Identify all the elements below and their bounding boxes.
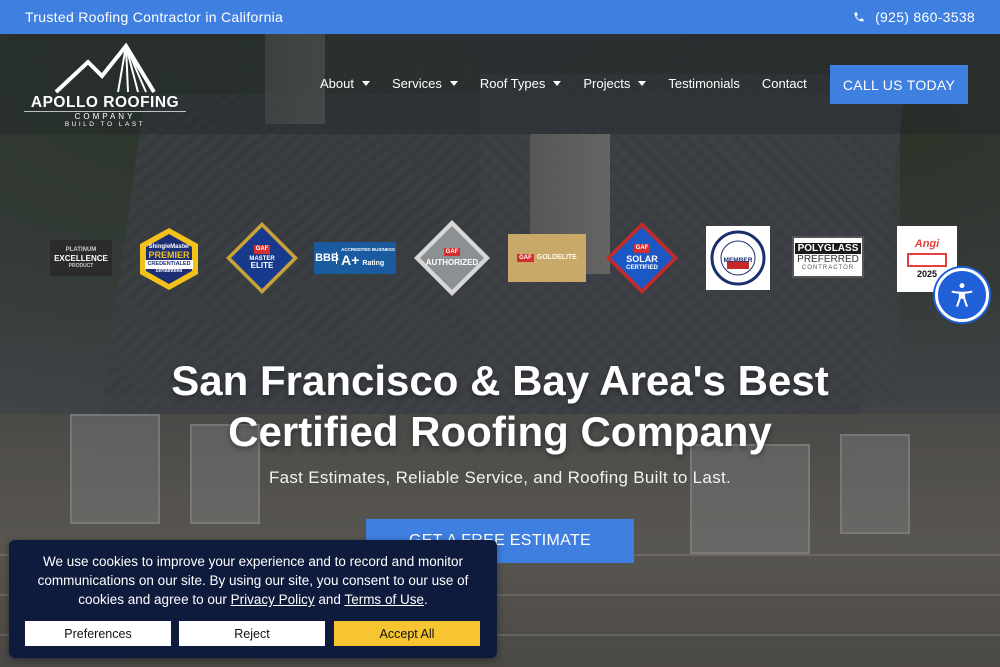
- logo-slogan: BUILD TO LAST: [64, 121, 146, 128]
- phone-icon: [854, 12, 864, 22]
- cookie-message: We use cookies to improve your experienc…: [37, 554, 469, 607]
- chevron-down-icon: [553, 81, 562, 86]
- nav-roof-types[interactable]: Roof Types: [480, 76, 562, 91]
- accessibility-button[interactable]: [935, 268, 989, 322]
- top-bar-phone[interactable]: (925) 860-3538: [853, 9, 975, 25]
- badge-gaf-authorized: GAF AUTHORIZED: [412, 218, 492, 298]
- call-us-today-button[interactable]: CALL US TODAY: [830, 65, 968, 104]
- chevron-down-icon: [361, 81, 370, 86]
- badge-gaf-master-elite: GAF MASTER ELITE: [224, 220, 300, 296]
- cookie-accept-all-button[interactable]: Accept All: [334, 621, 480, 646]
- logo-subtitle: COMPANY: [74, 112, 136, 121]
- nav-projects[interactable]: Projects: [583, 76, 647, 91]
- phone-number: (925) 860-3538: [875, 9, 975, 25]
- nav-testimonials[interactable]: Testimonials: [668, 76, 740, 91]
- cookie-reject-button[interactable]: Reject: [179, 621, 325, 646]
- badge-platinum-excellence: PLATINUM EXCELLENCE PRODUCT: [50, 240, 112, 276]
- accessibility-icon: [951, 283, 973, 307]
- chevron-down-icon: [449, 81, 458, 86]
- site-logo[interactable]: APOLLO ROOFING COMPANY BUILD TO LAST: [24, 42, 186, 130]
- nav-services[interactable]: Services: [392, 76, 458, 91]
- badge-gaf-goldelite: GAF GOLDELITE: [508, 234, 586, 282]
- cookie-preferences-button[interactable]: Preferences: [25, 621, 171, 646]
- top-bar-tagline: Trusted Roofing Contractor in California: [25, 9, 284, 25]
- privacy-policy-link[interactable]: Privacy Policy: [231, 592, 315, 607]
- terms-of-use-link[interactable]: Terms of Use: [344, 592, 424, 607]
- nav-about[interactable]: About: [320, 76, 370, 91]
- hero-title: San Francisco & Bay Area's Best Certifie…: [171, 357, 829, 455]
- mountain-roof-icon: [54, 42, 156, 94]
- main-nav: About Services Roof Types Projects Testi…: [320, 76, 807, 91]
- cookie-banner: We use cookies to improve your experienc…: [9, 540, 497, 658]
- badge-shinglemaster-premier: ShingleMaster PREMIER CREDENTIALED certa…: [136, 226, 202, 292]
- logo-name: APOLLO ROOFING: [30, 94, 180, 111]
- nav-contact[interactable]: Contact: [762, 76, 807, 91]
- badge-nrca-member: MEMBER: [706, 226, 770, 290]
- badge-gaf-solar-certified: GAF SOLAR CERTIFIED: [604, 220, 680, 296]
- badge-polyglass-preferred: POLYGLASS PREFERRED CONTRACTOR: [792, 236, 864, 278]
- badge-bbb-accredited: BBB ACCREDITED BUSINESS A+ Rating: [314, 242, 396, 274]
- chevron-down-icon: [638, 81, 647, 86]
- top-bar: Trusted Roofing Contractor in California…: [0, 0, 1000, 34]
- hero-tagline: Fast Estimates, Reliable Service, and Ro…: [268, 468, 732, 487]
